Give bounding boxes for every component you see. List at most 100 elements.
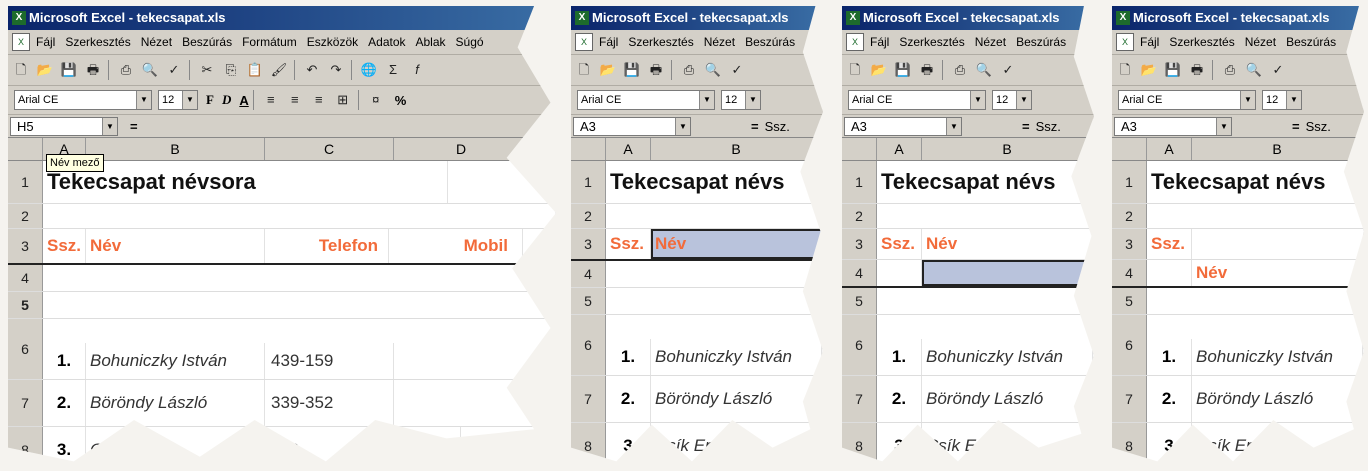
row-header[interactable]: 7 (8, 380, 43, 426)
name-cell[interactable]: Csík Endre (651, 423, 822, 462)
row-header[interactable]: 1 (571, 161, 606, 203)
column-header-b[interactable]: B (1192, 138, 1363, 160)
formula-equals[interactable]: = (1292, 119, 1300, 134)
menu-item-view[interactable]: Nézet (975, 35, 1006, 49)
column-header-a[interactable]: A (1147, 138, 1192, 160)
phone-cell[interactable]: 339-352 (265, 380, 394, 426)
cut-icon[interactable]: ✂ (196, 59, 218, 81)
menu-item-format[interactable]: Formátum (242, 35, 297, 49)
empty-cell[interactable] (877, 260, 922, 286)
save-icon[interactable]: 💾 (621, 59, 643, 81)
menu-item-data[interactable]: Adatok (368, 35, 405, 49)
name-cell[interactable]: Csík Endre (1192, 423, 1363, 462)
chevron-down-icon[interactable]: ▼ (970, 91, 985, 109)
chevron-down-icon[interactable]: ▼ (675, 117, 690, 135)
row-header[interactable]: 5 (1112, 288, 1147, 314)
preview-icon[interactable]: 🔍 (702, 59, 724, 81)
column-header-b[interactable]: B (922, 138, 1093, 160)
row-header[interactable]: 7 (571, 376, 606, 422)
menu-item-view[interactable]: Nézet (1245, 35, 1276, 49)
new-document-icon[interactable]: 🗋 (573, 59, 595, 81)
row-header[interactable]: 2 (571, 204, 606, 228)
header-ssz-cell[interactable]: Ssz. (43, 229, 86, 263)
select-all-corner[interactable] (8, 138, 43, 160)
number-cell[interactable]: 2. (877, 376, 922, 422)
row-header[interactable]: 3 (1112, 229, 1147, 259)
number-cell[interactable]: 3 (606, 423, 651, 462)
row-header[interactable]: 4 (571, 261, 606, 287)
formula-equals[interactable]: = (1022, 119, 1030, 134)
underline-button[interactable]: A (239, 93, 248, 108)
open-folder-icon[interactable]: 📂 (34, 59, 56, 81)
row-header[interactable]: 7 (1112, 376, 1147, 422)
document-icon[interactable]: X (846, 33, 864, 51)
row-header[interactable]: 6 (1112, 315, 1147, 375)
menu-item-view[interactable]: Nézet (704, 35, 735, 49)
mobile-cell[interactable]: 30 (394, 427, 461, 462)
menu-item-help[interactable]: Súgó (456, 35, 484, 49)
name-box[interactable]: A3 ▼ (573, 116, 691, 136)
column-header-d[interactable]: D (394, 138, 529, 160)
menu-item-file[interactable]: Fájl (1140, 35, 1159, 49)
menu-item-insert[interactable]: Beszúrás (182, 35, 232, 49)
header-mobile-cell[interactable]: Mobil (389, 229, 523, 263)
row-header[interactable]: 4 (8, 265, 43, 291)
header-name-cell-moved[interactable]: Név (1192, 260, 1363, 286)
bold-button[interactable]: F (206, 92, 214, 108)
name-cell[interactable]: Bohuniczky István (1192, 339, 1363, 375)
formula-input[interactable]: Ssz. (765, 119, 790, 134)
name-cell[interactable]: Bohuniczky István (651, 339, 822, 375)
chevron-down-icon[interactable]: ▼ (182, 91, 197, 109)
chevron-down-icon[interactable]: ▼ (1286, 91, 1301, 109)
sheet-title-cell[interactable]: Tekecsapat névs (1147, 161, 1364, 203)
number-cell[interactable]: 1. (606, 339, 651, 375)
font-name-select[interactable]: Arial CE ▼ (14, 90, 152, 110)
row-header[interactable]: 2 (1112, 204, 1147, 228)
row-header[interactable]: 3 (8, 229, 43, 263)
excel-app-icon[interactable]: X (1116, 11, 1130, 25)
excel-app-icon[interactable]: X (846, 11, 860, 25)
autosum-icon[interactable]: Σ (382, 59, 404, 81)
open-folder-icon[interactable]: 📂 (597, 59, 619, 81)
row-header[interactable]: 3 (842, 229, 877, 259)
document-icon[interactable]: X (12, 33, 30, 51)
row-header[interactable]: 5 (571, 288, 606, 314)
name-cell[interactable]: Böröndy László (651, 376, 822, 422)
print-icon[interactable]: ⎙ (115, 59, 137, 81)
copy-icon[interactable]: ⎘ (220, 59, 242, 81)
save-icon[interactable]: 💾 (892, 59, 914, 81)
select-all-corner[interactable] (571, 138, 606, 160)
save-icon[interactable]: 💾 (58, 59, 80, 81)
print-icon[interactable]: ⎙ (1219, 59, 1241, 81)
font-size-select[interactable]: 12 ▼ (158, 90, 198, 110)
number-cell[interactable]: 3. (43, 427, 86, 462)
name-cell[interactable]: Böröndy László (922, 376, 1093, 422)
chevron-down-icon[interactable]: ▼ (745, 91, 760, 109)
font-name-select[interactable]: Arial CE ▼ (577, 90, 715, 110)
menu-item-edit[interactable]: Szerkesztés (65, 35, 130, 49)
header-name-cell-selected[interactable]: Név (651, 229, 823, 259)
header-ssz-cell[interactable]: Ssz. (877, 229, 922, 259)
header-phone-cell[interactable]: Telefon (265, 229, 389, 263)
select-all-corner[interactable] (842, 138, 877, 160)
spelling-icon[interactable]: ✓ (163, 59, 185, 81)
formula-input[interactable]: Ssz. (1306, 119, 1331, 134)
document-icon[interactable]: X (575, 33, 593, 51)
number-cell[interactable]: 1. (1147, 339, 1192, 375)
chevron-down-icon[interactable]: ▼ (1016, 91, 1031, 109)
row-header[interactable]: 8 (1112, 423, 1147, 462)
number-cell[interactable]: 2. (1147, 376, 1192, 422)
header-ssz-cell[interactable]: Ssz. (606, 229, 651, 259)
phone-cell[interactable]: 439-159 (265, 343, 394, 379)
font-size-select[interactable]: 12 ▼ (721, 90, 761, 110)
chevron-down-icon[interactable]: ▼ (102, 117, 117, 135)
menu-item-edit[interactable]: Szerkesztés (628, 35, 693, 49)
chevron-down-icon[interactable]: ▼ (1240, 91, 1255, 109)
print-preview-icon[interactable]: 🖶 (916, 59, 938, 81)
row-header[interactable]: 2 (8, 204, 43, 228)
header-name-cell[interactable]: Név (86, 229, 265, 263)
paste-icon[interactable]: 📋 (244, 59, 266, 81)
function-icon[interactable]: f (406, 59, 428, 81)
excel-app-icon[interactable]: X (12, 11, 26, 25)
row-header[interactable]: 8 (571, 423, 606, 462)
